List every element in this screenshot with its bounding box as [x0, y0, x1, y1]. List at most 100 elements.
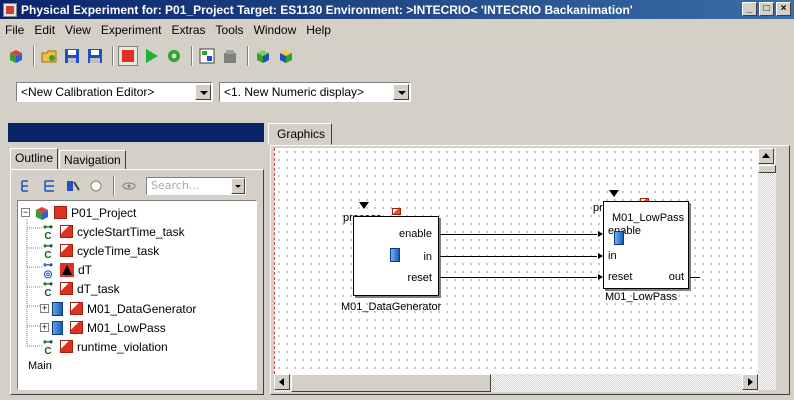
c-task-icon: ⊶ C: [43, 221, 53, 242]
menu-window[interactable]: Window: [249, 23, 302, 37]
graphics-canvas[interactable]: process enable in reset M01_DataGenerato…: [274, 148, 758, 374]
title-bar: Physical Experiment for: P01_Project Tar…: [0, 0, 794, 19]
tree-item-m01-datagenerator[interactable]: + M01_DataGenerator: [40, 299, 196, 318]
layout-icon[interactable]: [197, 46, 217, 66]
expand-toggle[interactable]: +: [40, 304, 49, 313]
outline-panel: Outline Navigation Search... − P01_Proje…: [8, 123, 264, 398]
task-tag-icon: [392, 208, 401, 215]
chevron-down-icon[interactable]: [195, 84, 211, 100]
menu-file[interactable]: File: [0, 23, 29, 37]
trigger-icon: [609, 190, 619, 197]
chevron-down-icon[interactable]: [393, 84, 409, 100]
tree-item-dt[interactable]: ⊶ ◎ dT: [40, 260, 92, 279]
block2-port-out: out: [668, 271, 684, 283]
tree-expand-icon[interactable]: [17, 176, 37, 196]
chevron-down-icon[interactable]: [231, 178, 245, 194]
minimize-button[interactable]: _: [742, 2, 757, 16]
tree-label: runtime_violation: [77, 339, 168, 354]
search-placeholder: Search...: [151, 179, 200, 192]
task-icon: [60, 282, 73, 295]
block2-port-enable: enable: [608, 225, 642, 237]
tree-collapse-icon[interactable]: [40, 176, 60, 196]
tree-label: P01_Project: [71, 205, 137, 220]
outline-toolbar: Search...: [17, 176, 246, 196]
tree-label: cycleTime_task: [77, 243, 160, 258]
tree-filter-icon[interactable]: [63, 176, 83, 196]
wire-enable[interactable]: [440, 234, 597, 235]
task-icon: [70, 321, 83, 334]
tree-item-m01-lowpass[interactable]: + M01_LowPass: [40, 318, 166, 337]
database-icon[interactable]: [220, 46, 240, 66]
numeric-display-value: <1. New Numeric display>: [224, 85, 365, 99]
play-icon[interactable]: [141, 46, 161, 66]
tree-item-runtime-violation[interactable]: ⊶ C runtime_violation: [40, 337, 168, 356]
scroll-left-button[interactable]: [274, 374, 290, 390]
toolbar: [0, 41, 794, 71]
tree-item-dt-task[interactable]: ⊶ C dT_task: [40, 279, 120, 298]
app-icon: [3, 2, 17, 17]
scroll-right-button[interactable]: [742, 374, 758, 390]
block2-name: M01_LowPass: [605, 291, 678, 303]
menu-extras[interactable]: Extras: [167, 23, 211, 37]
main-label[interactable]: Main: [28, 360, 52, 372]
task-icon: [60, 340, 73, 353]
horizontal-scrollbar[interactable]: [274, 374, 758, 392]
trigger-icon: [359, 202, 369, 209]
cube-green-icon[interactable]: [253, 46, 273, 66]
toolbar-separator: [112, 46, 114, 66]
menu-view[interactable]: View: [60, 23, 96, 37]
scroll-thumb[interactable]: [291, 374, 491, 392]
task-icon: [60, 244, 73, 257]
calibration-editor-value: <New Calibration Editor>: [21, 85, 155, 99]
tab-graphics[interactable]: Graphics: [268, 123, 332, 145]
cube-blue-icon[interactable]: [276, 46, 296, 66]
block1-name: M01_DataGenerator: [341, 301, 442, 313]
editor-combos: <New Calibration Editor> <1. New Numeric…: [16, 80, 411, 104]
tree-item-project[interactable]: − P01_Project: [21, 203, 136, 222]
stop-icon[interactable]: [118, 46, 138, 66]
block-m01-lowpass[interactable]: M01_LowPass enable in reset out: [603, 201, 689, 289]
collapse-toggle[interactable]: −: [21, 208, 30, 217]
c-task-icon: ⊶ C: [43, 336, 53, 357]
save-all-icon[interactable]: [85, 46, 105, 66]
block2-port-in: in: [608, 250, 617, 262]
numeric-display-select[interactable]: <1. New Numeric display>: [219, 82, 411, 102]
wire-in[interactable]: [440, 256, 597, 257]
calibration-editor-select[interactable]: <New Calibration Editor>: [16, 82, 213, 102]
wire-reset[interactable]: [440, 277, 597, 278]
eye-icon[interactable]: [119, 176, 139, 196]
menu-tools[interactable]: Tools: [211, 23, 249, 37]
block1-port-in: in: [423, 251, 432, 263]
menu-edit[interactable]: Edit: [29, 23, 60, 37]
toolbar-separator: [113, 176, 115, 196]
block-m01-datagenerator[interactable]: enable in reset: [353, 216, 439, 296]
outline-tree: − P01_Project ⊶ C cycleStartTime_task ⊶ C …: [17, 200, 257, 390]
menu-help[interactable]: Help: [301, 23, 336, 37]
settings-icon[interactable]: [164, 46, 184, 66]
open-icon[interactable]: [39, 46, 59, 66]
cube-icon: [36, 206, 48, 220]
save-icon[interactable]: [62, 46, 82, 66]
experiment-icon[interactable]: [6, 46, 26, 66]
menu-experiment[interactable]: Experiment: [96, 23, 167, 37]
close-button[interactable]: ×: [776, 2, 791, 16]
vertical-scrollbar[interactable]: [758, 148, 776, 390]
task-icon: [70, 302, 83, 315]
tree-item-cyclestarttime-task[interactable]: ⊶ C cycleStartTime_task: [40, 222, 185, 241]
window-controls: _ □ ×: [742, 2, 791, 16]
tab-navigation[interactable]: Navigation: [59, 150, 126, 170]
maximize-button[interactable]: □: [759, 2, 774, 16]
expand-toggle[interactable]: +: [40, 323, 49, 332]
toolbar-separator: [33, 46, 35, 66]
scroll-thumb[interactable]: [758, 165, 776, 173]
tree-label: M01_DataGenerator: [87, 301, 197, 316]
tab-outline[interactable]: Outline: [10, 148, 59, 170]
search-input[interactable]: Search...: [146, 177, 246, 195]
scroll-up-button[interactable]: [758, 148, 774, 164]
tree-item-cycletime-task[interactable]: ⊶ C cycleTime_task: [40, 241, 159, 260]
wire-out[interactable]: [690, 277, 700, 278]
toolbar-separator: [191, 46, 193, 66]
panel-tabs: Outline Navigation: [10, 148, 127, 170]
tree-label: M01_LowPass: [87, 320, 166, 335]
circle-icon[interactable]: [86, 176, 106, 196]
